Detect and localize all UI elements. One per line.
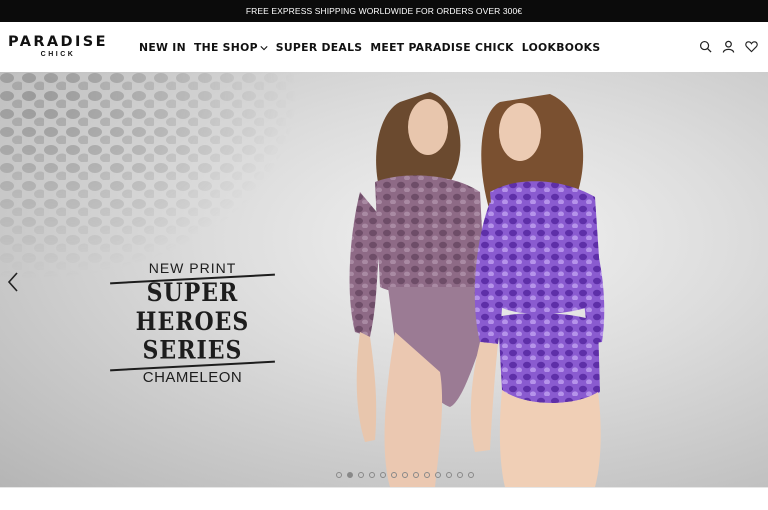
slider-dot[interactable] — [369, 472, 375, 478]
hero-headline: NEW PRINT SUPER HEROES SERIES CHAMELEON — [110, 260, 275, 386]
hero-kicker: NEW PRINT — [148, 260, 237, 276]
slider-dot[interactable] — [457, 472, 463, 478]
hero-subtitle: CHAMELEON — [142, 369, 243, 386]
logo-wordmark: PARADISE — [8, 34, 108, 50]
wishlist-heart-icon[interactable] — [745, 40, 758, 53]
slider-dot[interactable] — [380, 472, 386, 478]
nav-label: MEET PARADISE CHICK — [370, 41, 514, 54]
hero-title-line-1: SUPER HEROES — [135, 278, 250, 337]
slider-dot[interactable] — [402, 472, 408, 478]
slider-dot[interactable] — [446, 472, 452, 478]
hero-title: SUPER HEROES SERIES — [110, 275, 275, 370]
chevron-down-icon — [260, 45, 268, 50]
slider-dot[interactable] — [347, 472, 353, 478]
nav-label: SUPER DEALS — [275, 41, 363, 54]
page-divider — [0, 487, 768, 510]
nav-the-shop[interactable]: THE SHOP — [194, 41, 268, 54]
nav-label: NEW IN — [139, 41, 186, 54]
hero-slider: NEW PRINT SUPER HEROES SERIES CHAMELEON — [0, 72, 768, 487]
slider-prev-arrow-icon[interactable] — [5, 270, 21, 294]
slider-dot[interactable] — [336, 472, 342, 478]
site-header: PARADISE CHICK NEW IN THE SHOP SUPER DEA… — [0, 22, 768, 72]
promo-bar: FREE EXPRESS SHIPPING WORLDWIDE FOR ORDE… — [0, 0, 768, 22]
nav-label: THE SHOP — [193, 41, 258, 54]
slider-dot[interactable] — [468, 472, 474, 478]
slider-dot[interactable] — [435, 472, 441, 478]
slider-dot[interactable] — [424, 472, 430, 478]
header-icons — [699, 40, 758, 53]
nav-new-in[interactable]: NEW IN — [139, 41, 186, 54]
promo-text: FREE EXPRESS SHIPPING WORLDWIDE FOR ORDE… — [245, 6, 523, 16]
slider-pagination — [336, 472, 474, 478]
nav-lookbooks[interactable]: LOOKBOOKS — [522, 41, 601, 54]
slider-dot[interactable] — [413, 472, 419, 478]
logo-subtitle: CHICK — [40, 51, 76, 58]
account-icon[interactable] — [722, 40, 735, 53]
search-icon[interactable] — [699, 40, 712, 53]
nav-super-deals[interactable]: SUPER DEALS — [276, 41, 363, 54]
main-nav: NEW IN THE SHOP SUPER DEALS MEET PARADIS… — [139, 41, 608, 54]
slider-dot[interactable] — [391, 472, 397, 478]
slider-dot[interactable] — [358, 472, 364, 478]
site-logo[interactable]: PARADISE CHICK — [7, 35, 109, 59]
nav-label: LOOKBOOKS — [521, 41, 601, 54]
nav-meet-paradise-chick[interactable]: MEET PARADISE CHICK — [370, 41, 513, 54]
hero-models-image — [349, 92, 605, 487]
